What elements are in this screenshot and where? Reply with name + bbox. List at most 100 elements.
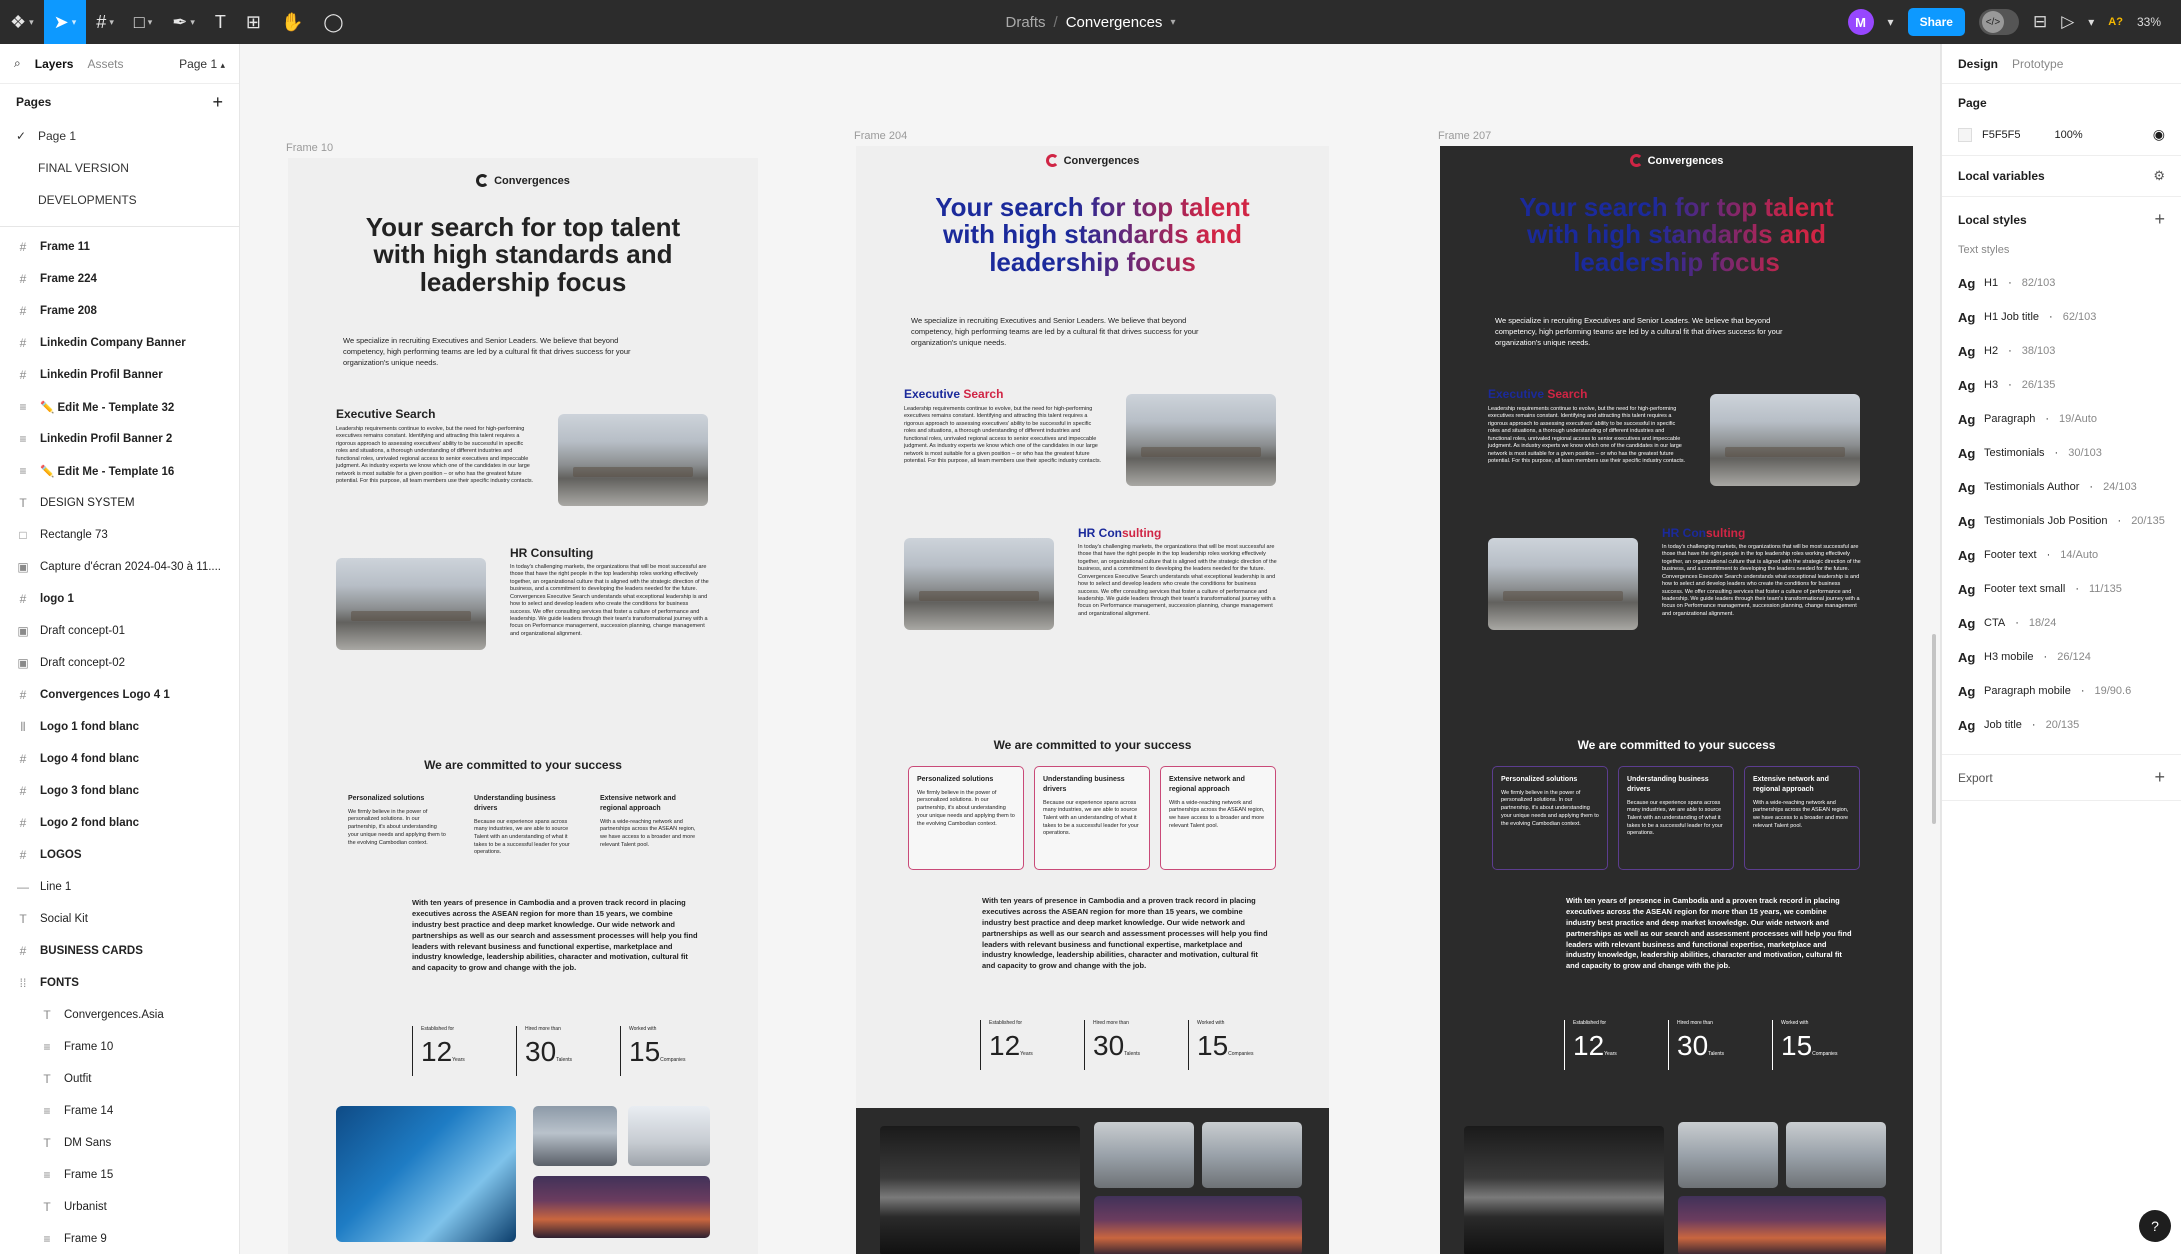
fill-hex[interactable]: F5F5F5 xyxy=(1982,129,2021,141)
layer-row[interactable]: # Frame 208 xyxy=(0,295,239,327)
chevron-down-icon[interactable]: ▾ xyxy=(2088,15,2094,29)
sublayer-row[interactable]: T Urbanist xyxy=(0,1191,239,1223)
layer-row[interactable]: ⫴ Logo 1 fond blanc xyxy=(0,711,239,743)
sublayer-row[interactable]: T Convergences.Asia xyxy=(0,999,239,1031)
add-page-icon[interactable]: + xyxy=(212,92,223,113)
page-selector[interactable]: Page 1 ▴ xyxy=(179,57,225,71)
avatar[interactable]: M xyxy=(1847,9,1874,35)
sublayer-row[interactable]: ≡ Frame 15 xyxy=(0,1159,239,1191)
design-frame[interactable]: Convergences Your search for top talent w… xyxy=(856,146,1329,1254)
ai-badge[interactable]: A? xyxy=(2108,16,2123,28)
text-style-row[interactable]: Ag CTA · 18/24 xyxy=(1958,606,2165,640)
layer-row[interactable]: # Logo 3 fond blanc xyxy=(0,775,239,807)
local-variables-title[interactable]: Local variables xyxy=(1958,169,2045,183)
move-tool-button[interactable]: ➤ ▾ xyxy=(43,0,87,44)
eye-icon[interactable]: ◉ xyxy=(2153,126,2165,143)
comment-tool-button[interactable]: ◯ xyxy=(313,0,353,44)
fill-opacity[interactable]: 100% xyxy=(2055,129,2083,141)
text-style-row[interactable]: Ag Job title · 20/135 xyxy=(1958,708,2165,742)
layer-row[interactable]: # Convergences Logo 4 1 xyxy=(0,679,239,711)
text-style-row[interactable]: Ag H2 · 38/103 xyxy=(1958,334,2165,368)
sublayer-row[interactable]: ≡ Frame 10 xyxy=(0,1031,239,1063)
layer-row[interactable]: T Social Kit xyxy=(0,903,239,935)
text-style-row[interactable]: Ag H3 · 26/135 xyxy=(1958,368,2165,402)
add-export-icon[interactable]: + xyxy=(2154,767,2165,788)
layer-row[interactable]: # Linkedin Profil Banner xyxy=(0,359,239,391)
value-card: Extensive network and regional approach W… xyxy=(1160,766,1276,870)
layer-row[interactable]: # logo 1 xyxy=(0,583,239,615)
share-button[interactable]: Share xyxy=(1907,8,1965,36)
dev-mode-toggle[interactable]: </> xyxy=(1978,9,2019,35)
file-name[interactable]: Convergences xyxy=(1066,14,1163,31)
zoom-level[interactable]: 33% xyxy=(2137,15,2161,29)
canvas[interactable]: Frame 10 Convergences Your search for top … xyxy=(240,44,1940,1254)
pen-tool-button[interactable]: ✒ ▾ xyxy=(162,0,205,44)
text-style-row[interactable]: Ag Testimonials Job Position · 20/135 xyxy=(1958,504,2165,538)
sublayer-row[interactable]: T DM Sans xyxy=(0,1127,239,1159)
frame-label[interactable]: Frame 10 xyxy=(286,142,333,154)
frame-tool-button[interactable]: # ▾ xyxy=(86,0,124,44)
layer-row[interactable]: # LOGOS xyxy=(0,839,239,871)
layer-row[interactable]: — Line 1 xyxy=(0,871,239,903)
layer-row[interactable]: # Logo 4 fond blanc xyxy=(0,743,239,775)
text-style-row[interactable]: Ag Paragraph · 19/Auto xyxy=(1958,402,2165,436)
tab-prototype[interactable]: Prototype xyxy=(2012,57,2063,71)
text-tool-button[interactable]: T xyxy=(205,0,236,44)
layer-row[interactable]: □ Rectangle 73 xyxy=(0,519,239,551)
text-style-row[interactable]: Ag Testimonials Author · 24/103 xyxy=(1958,470,2165,504)
layer-row[interactable]: ▣ Capture d'écran 2024-04-30 à 11.... xyxy=(0,551,239,583)
stat-label: Hired more than xyxy=(1093,1020,1129,1026)
layer-row[interactable]: ≡ Linkedin Profil Banner 2 xyxy=(0,423,239,455)
design-frame[interactable]: Convergences Your search for top talent w… xyxy=(288,158,758,1254)
search-icon[interactable]: ⌕ xyxy=(14,56,21,71)
canvas-scrollbar[interactable] xyxy=(1932,634,1936,824)
text-style-row[interactable]: Ag H1 · 82/103 xyxy=(1958,266,2165,300)
layer-row[interactable]: ▣ Draft concept-01 xyxy=(0,615,239,647)
text-style-row[interactable]: Ag H1 Job title · 62/103 xyxy=(1958,300,2165,334)
hand-tool-button[interactable]: ✋ xyxy=(271,0,313,44)
breadcrumb-drafts[interactable]: Drafts xyxy=(1006,14,1046,31)
layer-row[interactable]: ≡ ✏️ Edit Me - Template 16 xyxy=(0,455,239,487)
resources-button[interactable]: ⊞ xyxy=(236,0,271,44)
chevron-down-icon[interactable]: ▾ xyxy=(1170,17,1175,28)
shape-tool-button[interactable]: □ ▾ xyxy=(124,0,162,44)
chevron-down-icon[interactable]: ▾ xyxy=(1888,15,1894,29)
design-frame[interactable]: Convergences Your search for top talent w… xyxy=(1440,146,1913,1254)
sublayer-row[interactable]: ≡ Frame 14 xyxy=(0,1095,239,1127)
layer-name: FONTS xyxy=(40,977,79,989)
fill-swatch[interactable] xyxy=(1958,127,1972,142)
layer-name: ✏️ Edit Me - Template 16 xyxy=(40,466,175,478)
frame-label[interactable]: Frame 207 xyxy=(1438,130,1491,142)
text-style-row[interactable]: Ag Footer text · 14/Auto xyxy=(1958,538,2165,572)
text-style-row[interactable]: Ag H3 mobile · 26/124 xyxy=(1958,640,2165,674)
text-style-row[interactable]: Ag Footer text small · 11/135 xyxy=(1958,572,2165,606)
layer-row[interactable]: ⁞⁞ FONTS xyxy=(0,967,239,999)
frame-label[interactable]: Frame 204 xyxy=(854,130,907,142)
add-style-icon[interactable]: + xyxy=(2154,209,2165,230)
layer-row[interactable]: # BUSINESS CARDS xyxy=(0,935,239,967)
present-icon[interactable]: ▷ xyxy=(2061,12,2074,32)
layer-row[interactable]: T DESIGN SYSTEM xyxy=(0,487,239,519)
library-icon[interactable]: ⊟ xyxy=(2033,12,2047,32)
text-style-row[interactable]: Ag Paragraph mobile · 19/90.6 xyxy=(1958,674,2165,708)
layer-row[interactable]: # Linkedin Company Banner xyxy=(0,327,239,359)
sublayer-row[interactable]: ≡ Frame 9 xyxy=(0,1223,239,1254)
layer-row[interactable]: # Logo 2 fond blanc xyxy=(0,807,239,839)
tab-assets[interactable]: Assets xyxy=(87,57,123,71)
page-fill-row[interactable]: F5F5F5 100% ◉ xyxy=(1958,126,2165,143)
variables-settings-icon[interactable]: ⚙ xyxy=(2153,168,2165,184)
page-item[interactable]: ✓ Page 1 xyxy=(0,120,239,152)
tab-layers[interactable]: Layers xyxy=(35,57,74,71)
main-menu-button[interactable]: ❖ ▾ xyxy=(0,0,44,44)
sublayer-row[interactable]: T Outfit xyxy=(0,1063,239,1095)
logo-mark-icon xyxy=(1629,154,1643,167)
page-item[interactable]: DEVELOPMENTS xyxy=(0,184,239,216)
tab-design[interactable]: Design xyxy=(1958,57,1998,71)
layer-row[interactable]: ≡ ✏️ Edit Me - Template 32 xyxy=(0,391,239,423)
help-button[interactable]: ? xyxy=(2139,1210,2171,1242)
page-item[interactable]: FINAL VERSION xyxy=(0,152,239,184)
text-style-row[interactable]: Ag Testimonials · 30/103 xyxy=(1958,436,2165,470)
layer-row[interactable]: # Frame 224 xyxy=(0,263,239,295)
layer-row[interactable]: ▣ Draft concept-02 xyxy=(0,647,239,679)
layer-row[interactable]: # Frame 11 xyxy=(0,231,239,263)
